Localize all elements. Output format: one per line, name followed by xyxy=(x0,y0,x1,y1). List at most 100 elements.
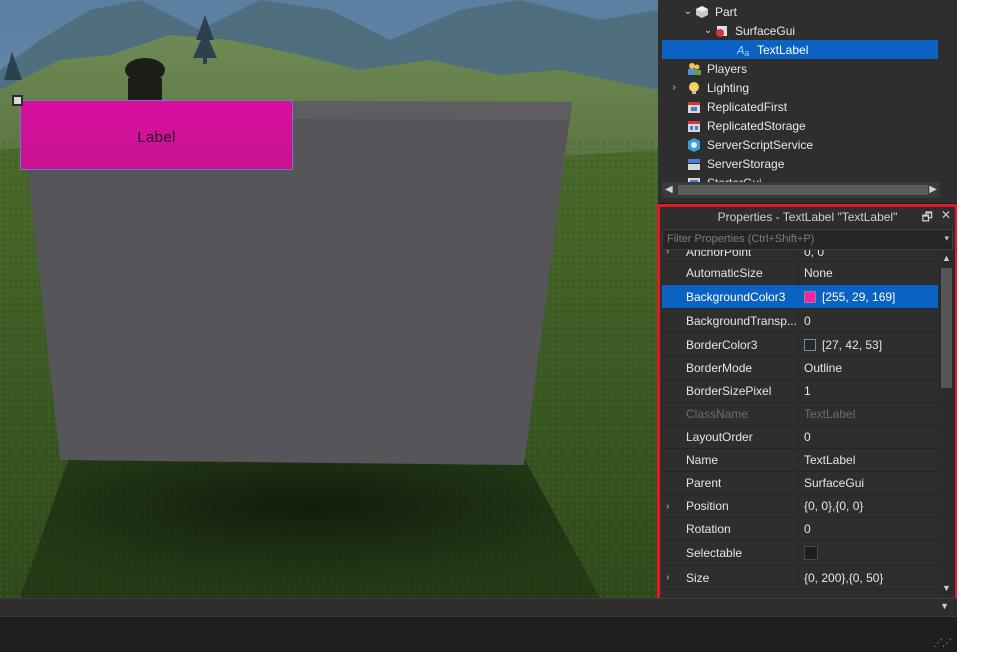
close-icon[interactable]: ✕ xyxy=(941,208,951,229)
prop-name: AnchorPoint xyxy=(686,250,752,259)
prop-value-color[interactable]: [255, 29, 169] xyxy=(799,285,938,308)
restore-window-icon[interactable]: 🗗 xyxy=(922,208,933,229)
explorer-vertical-scrollbar[interactable] xyxy=(940,0,957,200)
tree-item-surfacegui[interactable]: ⌄ SurfaceGui xyxy=(662,21,938,40)
surfacegui-icon xyxy=(714,23,730,39)
window-edge xyxy=(957,0,983,671)
chevron-right-icon[interactable]: › xyxy=(666,501,686,512)
tree-item-label: Players xyxy=(707,61,748,76)
scroll-left-icon[interactable]: ◀ xyxy=(665,184,673,195)
chevron-right-icon[interactable]: › xyxy=(666,572,686,583)
scrollbar-thumb[interactable] xyxy=(678,185,928,195)
tree-item-label: SurfaceGui xyxy=(735,23,796,38)
tree-item-replicatedstorage[interactable]: ReplicatedStorage xyxy=(662,116,938,135)
command-bar[interactable]: ⋰⋰ xyxy=(0,616,957,652)
selection-handle[interactable] xyxy=(12,95,23,106)
chevron-down-icon[interactable]: ⌄ xyxy=(702,25,714,36)
tree-item-serverstorage[interactable]: ServerStorage xyxy=(662,154,938,173)
prop-name: Rotation xyxy=(686,522,731,536)
prop-value[interactable]: {0, 0},{0, 0} xyxy=(799,495,938,517)
color-swatch[interactable] xyxy=(804,290,816,303)
prop-row-anchorpoint[interactable]: › AnchorPoint 0, 0 xyxy=(662,250,938,262)
properties-panel: Properties - TextLabel "TextLabel" 🗗 ✕ F… xyxy=(658,203,957,598)
prop-value[interactable]: 1 xyxy=(799,380,938,402)
tree-item-replicatedfirst[interactable]: ReplicatedFirst xyxy=(662,97,938,116)
prop-row-bordermode[interactable]: BorderMode Outline xyxy=(662,357,938,380)
selectable-checkbox[interactable] xyxy=(804,546,818,560)
text-label-box[interactable]: Label xyxy=(20,100,293,170)
part-icon xyxy=(694,4,710,20)
lighting-icon xyxy=(686,80,702,96)
tree-item-part[interactable]: ⌄ Part xyxy=(662,2,938,21)
tree-item-label: TextLabel xyxy=(757,42,809,57)
scroll-right-icon[interactable]: ▶ xyxy=(929,184,937,195)
properties-vertical-scrollbar[interactable]: ▲ ▼ xyxy=(938,250,955,596)
prop-row-selectable[interactable]: Selectable xyxy=(662,541,938,566)
prop-name: BorderMode xyxy=(686,361,753,375)
chevron-down-icon[interactable]: ▾ xyxy=(944,233,949,244)
prop-value[interactable]: {0, 200},{0, 50} xyxy=(799,566,938,589)
prop-name: Parent xyxy=(686,476,722,490)
scroll-up-icon[interactable]: ▲ xyxy=(942,253,951,263)
right-dock: ⌄ Part ⌄ SurfaceGui Aa TextLabel Players… xyxy=(658,0,957,598)
prop-value[interactable]: None xyxy=(799,262,938,284)
prop-value-color[interactable]: [27, 42, 53] xyxy=(799,333,938,356)
scroll-down-icon[interactable]: ▼ xyxy=(942,583,951,593)
tree-item-lighting[interactable]: › Lighting xyxy=(662,78,938,97)
explorer-horizontal-scrollbar[interactable]: ◀ ▶ xyxy=(662,182,940,198)
chevron-down-icon[interactable]: ⌄ xyxy=(682,6,694,17)
prop-name: BackgroundTransp... xyxy=(686,313,797,328)
prop-name: Selectable xyxy=(686,546,743,560)
chevron-right-icon[interactable]: › xyxy=(666,250,686,257)
tree-item-label: ReplicatedStorage xyxy=(707,118,806,133)
filter-properties-input[interactable]: Filter Properties (Ctrl+Shift+P) ▾ xyxy=(662,229,953,250)
prop-value[interactable]: 0, 0 xyxy=(799,250,938,261)
tree-item-textlabel[interactable]: Aa TextLabel xyxy=(662,40,938,59)
tree-item-label: ReplicatedFirst xyxy=(707,99,788,114)
prop-row-parent[interactable]: Parent SurfaceGui xyxy=(662,472,938,495)
tree-item-players[interactable]: Players xyxy=(662,59,938,78)
resize-grip-icon[interactable]: ⋰⋰ xyxy=(933,638,952,649)
prop-row-classname: ClassName TextLabel xyxy=(662,403,938,426)
prop-value[interactable]: Outline xyxy=(799,357,938,379)
prop-row-layoutorder[interactable]: LayoutOrder 0 xyxy=(662,426,938,449)
prop-row-rotation[interactable]: Rotation 0 xyxy=(662,518,938,541)
serverscriptservice-icon xyxy=(686,137,702,153)
chevron-right-icon[interactable]: › xyxy=(668,82,680,93)
tree-item-label: ServerScriptService xyxy=(707,137,814,152)
properties-table: › AnchorPoint 0, 0 AutomaticSize None Bac… xyxy=(662,250,938,596)
svg-text:a: a xyxy=(744,49,750,58)
viewport-scene xyxy=(0,0,658,598)
prop-row-bordersizepixel[interactable]: BorderSizePixel 1 xyxy=(662,380,938,403)
bottom-margin xyxy=(0,652,983,671)
properties-title: Properties - TextLabel "TextLabel" xyxy=(717,210,898,224)
prop-row-backgroundtransparency[interactable]: BackgroundTransp... 0 xyxy=(662,309,938,333)
prop-row-backgroundcolor3[interactable]: BackgroundColor3 [255, 29, 169] xyxy=(662,285,938,309)
chevron-down-icon[interactable]: ▼ xyxy=(940,601,949,611)
scrollbar-thumb[interactable] xyxy=(941,268,952,388)
prop-value[interactable]: 0 xyxy=(799,426,938,448)
prop-value[interactable]: TextLabel xyxy=(799,449,938,471)
prop-row-automaticsize[interactable]: AutomaticSize None xyxy=(662,262,938,285)
prop-row-size[interactable]: › Size {0, 200},{0, 50} xyxy=(662,566,938,590)
replicatedfirst-icon xyxy=(686,99,702,115)
prop-row-bordercolor3[interactable]: BorderColor3 [27, 42, 53] xyxy=(662,333,938,357)
explorer-panel: ⌄ Part ⌄ SurfaceGui Aa TextLabel Players… xyxy=(658,0,957,200)
prop-name: Position xyxy=(686,499,729,513)
prop-value[interactable]: SurfaceGui xyxy=(799,472,938,494)
text-label-text: Label xyxy=(137,129,176,146)
prop-row-position[interactable]: › Position {0, 0},{0, 0} xyxy=(662,495,938,518)
prop-name: ClassName xyxy=(686,407,749,421)
color-swatch[interactable] xyxy=(804,338,816,351)
prop-name: AutomaticSize xyxy=(686,266,763,280)
prop-name: LayoutOrder xyxy=(686,430,753,444)
prop-row-name[interactable]: Name TextLabel xyxy=(662,449,938,472)
tree-item-serverscriptservice[interactable]: ServerScriptService xyxy=(662,135,938,154)
prop-name: Name xyxy=(686,453,719,467)
prop-value[interactable]: 0 xyxy=(799,309,938,332)
serverstorage-icon xyxy=(686,156,702,172)
prop-value[interactable]: 0 xyxy=(799,518,938,540)
prop-value: [27, 42, 53] xyxy=(822,337,883,352)
viewport-3d[interactable]: Label xyxy=(0,0,658,598)
prop-value: TextLabel xyxy=(804,407,856,421)
